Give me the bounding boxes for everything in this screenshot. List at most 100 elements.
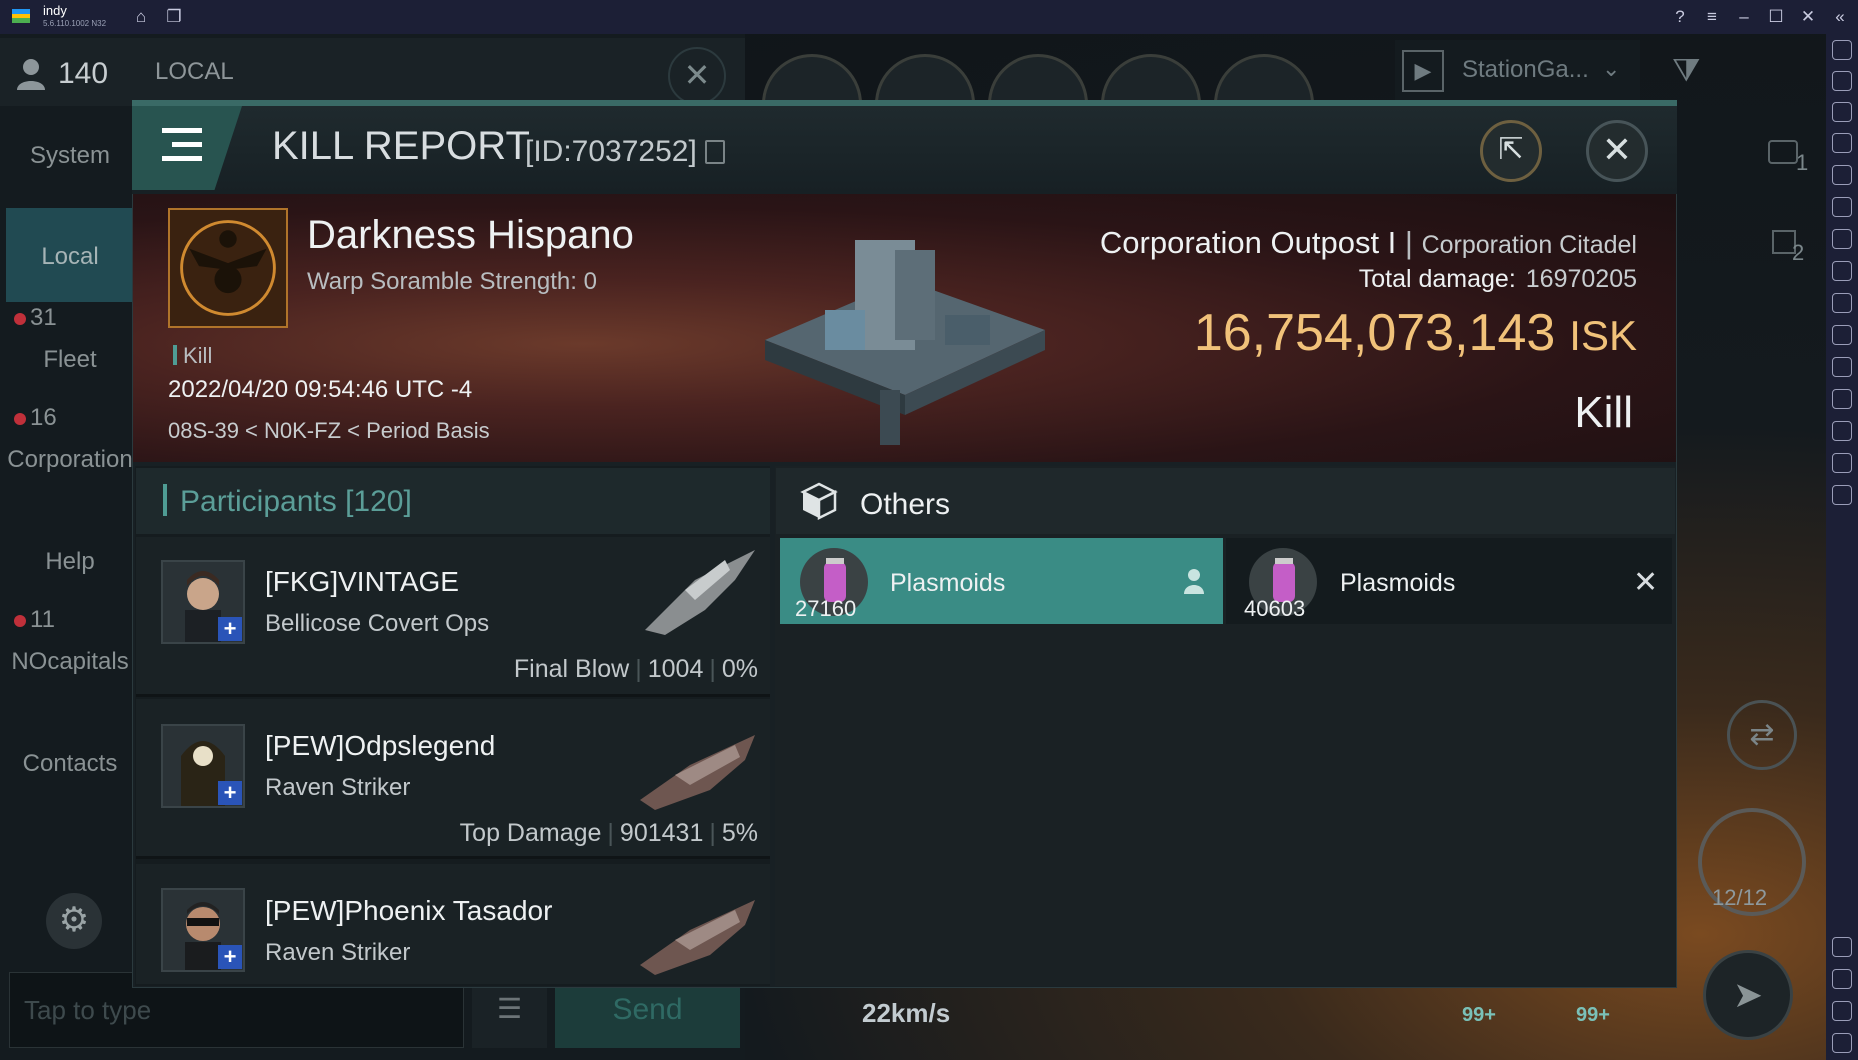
settings-icon[interactable] [1832,937,1852,957]
add-contact-icon[interactable]: + [218,781,242,805]
participants-count: [120] [345,485,412,518]
sync-icon[interactable] [1832,197,1852,217]
navigate-icon[interactable]: ➤ [1703,950,1793,1040]
isk-amount: 16,754,073,143 [1193,304,1556,362]
app-title: indy [43,3,67,18]
participant-percent: 0% [721,655,758,683]
isk-unit: ISK [1569,312,1637,359]
add-contact-icon[interactable]: + [218,617,242,641]
channel-fleet[interactable]: Fleet [0,346,140,374]
ammo-badge: 99+ [1576,1004,1610,1026]
corporation-logo-icon [168,208,288,328]
destroyed-x-icon: ✕ [1633,566,1659,599]
channel-nocapitals[interactable]: NOcapitals [0,648,140,676]
chevron-down-icon: ⌄ [1602,56,1621,81]
victim-name: Darkness Hispano [307,213,634,257]
layers-icon[interactable] [1832,453,1852,473]
channel-help[interactable]: Help [0,548,140,576]
unread-dot [14,313,26,325]
person-icon [1184,569,1204,594]
channel-system[interactable]: System [0,142,140,170]
home-icon[interactable]: ⌂ [128,4,154,30]
participant-name: [FKG]VINTAGE [265,566,459,597]
erase-icon[interactable] [1832,389,1852,409]
help-icon[interactable]: ? [1667,4,1693,30]
participants-title: Participants [120] [180,485,412,519]
participant-stats: Top Damage | 901431 | 5% [459,819,758,847]
maximize-icon[interactable]: ☐ [1763,4,1789,30]
kill-result: Kill [1574,388,1633,437]
participants-label: Participants [180,485,337,518]
share-button[interactable]: ⇱ [1480,120,1542,182]
volume-icon[interactable] [1832,71,1852,91]
location-icon[interactable] [1832,421,1852,441]
keyboard-icon[interactable] [1832,133,1852,153]
rotate-icon[interactable] [1832,165,1852,185]
pilot-count: 140 [58,57,109,90]
multi-window-icon[interactable] [1832,357,1852,377]
replay-icon[interactable] [1832,485,1852,505]
participant-name: [PEW]Phoenix Tasador [265,895,553,926]
unread-count: 31 [30,304,57,331]
menu-icon[interactable]: ≡ [1699,4,1725,30]
screenshot-icon[interactable] [1832,261,1852,281]
item-quantity: 40603 [1244,596,1306,621]
filter-icon[interactable]: ⧩ [1672,52,1712,92]
ship-speed: 22km/s [862,998,951,1028]
unread-dot [14,413,26,425]
swap-icon[interactable]: ⇄ [1727,700,1797,770]
emulator-sidebar [1826,34,1858,1060]
modal-close-button[interactable]: ✕ [1586,120,1648,182]
fullscreen-icon[interactable] [1832,40,1852,60]
participant-ship-image [640,735,755,810]
channel-corporation[interactable]: Corporation [0,446,140,474]
participant-percent: 5% [721,819,758,847]
participant-ship-image [645,550,755,635]
participant-name: [PEW]Odpslegend [265,730,496,761]
item-name: Plasmoids [1340,569,1456,597]
chat-header [0,38,745,106]
folder-icon[interactable] [1832,325,1852,345]
overview-label: StationGa... [1462,56,1589,83]
chat-channel-title: LOCAL [155,58,234,85]
controller-icon[interactable] [1832,229,1852,249]
play-icon: ▶ [1402,50,1444,92]
back-icon[interactable] [1832,969,1852,989]
kill-location: 08S-39 < N0K-FZ < Period Basis [168,418,490,443]
multi-instance-icon[interactable]: ❐ [161,4,187,30]
overview-ship-icon[interactable] [1768,140,1798,164]
add-contact-icon[interactable]: + [218,945,242,969]
isk-value: 16,754,073,143 ISK [1000,303,1637,363]
collapse-icon[interactable]: « [1827,4,1853,30]
participant-damage: 901431 [619,819,704,847]
app-version: 5.6.110.1002 N32 [43,19,107,28]
media-icon[interactable] [1832,102,1852,122]
unread-count: 16 [30,404,57,431]
emulator-title-bar [0,0,1858,34]
overview-count: 2 [1792,240,1805,265]
participant-ship: Raven Striker [265,939,411,966]
pilots-icon [17,59,45,90]
chat-close-button[interactable]: ✕ [668,47,726,105]
kill-datetime: 2022/04/20 09:54:46 UTC -4 [168,376,473,403]
home-icon[interactable] [1832,1001,1852,1021]
participant-ship: Raven Striker [265,774,411,801]
ammo-badge: 99+ [1462,1004,1496,1026]
total-damage: Total damage: 16970205 [1050,265,1637,294]
channel-contacts[interactable]: Contacts [0,750,140,778]
minimize-icon[interactable]: – [1731,4,1757,30]
target-ship-name: Corporation Outpost I [1099,225,1397,260]
scan-icon[interactable] [1832,293,1852,313]
participant-ship: Bellicose Covert Ops [265,610,490,637]
copy-icon[interactable] [705,140,725,164]
recents-icon[interactable] [1832,1033,1852,1053]
channel-local[interactable]: Local [0,243,140,271]
total-damage-value: 16970205 [1525,265,1637,293]
kill-report-title: KILL REPORT [272,124,530,168]
close-icon[interactable]: ✕ [1795,4,1821,30]
total-damage-label: Total damage: [1358,265,1516,293]
chat-settings-gear-icon[interactable]: ⚙ [46,893,102,949]
kill-tag-bar [173,345,177,365]
hamburger-icon [162,128,202,161]
item-name: Plasmoids [890,569,1006,597]
